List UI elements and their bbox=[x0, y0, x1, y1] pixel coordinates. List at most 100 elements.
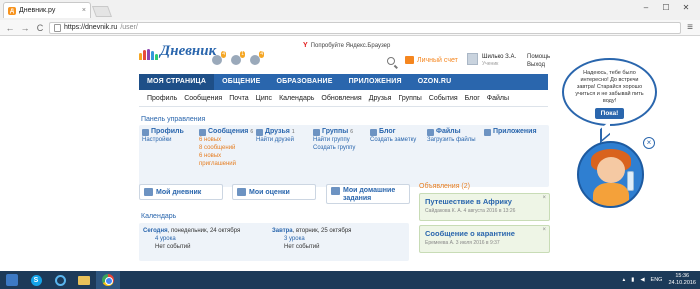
messages-icon[interactable]: 4 bbox=[250, 51, 264, 65]
control-panel-title: Панель управления bbox=[141, 116, 206, 123]
subnav-tsips[interactable]: Ципс bbox=[256, 95, 272, 102]
tab-title: Дневник.ру bbox=[19, 7, 56, 14]
subnav-updates[interactable]: Обновления bbox=[321, 95, 361, 102]
my-homework-button[interactable]: Мои домашние задания bbox=[326, 184, 410, 204]
nav-communication[interactable]: ОБЩЕНИЕ bbox=[214, 74, 268, 90]
cp-create-note-link[interactable]: Создать заметку bbox=[370, 136, 416, 144]
cp-messages-count[interactable]: 8 сообщений bbox=[199, 144, 253, 152]
tray-arrow-icon[interactable]: ▴ bbox=[623, 277, 626, 283]
reload-button[interactable]: C bbox=[34, 23, 46, 33]
bye-button[interactable]: Пока! bbox=[594, 108, 625, 119]
tomorrow-label[interactable]: Завтра bbox=[272, 228, 293, 234]
nav-ozon[interactable]: OZON.RU bbox=[410, 74, 460, 90]
announcement-title[interactable]: Сообщение о карантине bbox=[425, 229, 544, 238]
water-bottle-icon bbox=[627, 171, 634, 191]
subnav-groups[interactable]: Группы bbox=[398, 95, 421, 102]
cp-new-invites[interactable]: 6 новых bbox=[199, 152, 253, 160]
my-grades-button[interactable]: Мои оценки bbox=[232, 184, 316, 200]
cp-profile-heading[interactable]: Профиль bbox=[142, 128, 184, 136]
wallet-icon bbox=[405, 56, 414, 64]
subnav-friends[interactable]: Друзья bbox=[369, 95, 392, 102]
announcement-card[interactable]: × Сообщение о карантине Еремеева А. 3 ию… bbox=[419, 225, 550, 253]
announcement-close-icon[interactable]: × bbox=[542, 227, 546, 233]
skype-icon: S bbox=[30, 274, 42, 286]
cp-messages-heading[interactable]: Сообщения 6 bbox=[199, 128, 253, 136]
cp-blog-heading[interactable]: Блог bbox=[370, 128, 416, 136]
calendar-title: Календарь bbox=[141, 213, 177, 220]
subnav-mail[interactable]: Почта bbox=[229, 95, 248, 102]
calendar-tomorrow: Завтра, вторник, 25 октября 3 урока Нет … bbox=[272, 227, 351, 251]
search-icon[interactable] bbox=[387, 57, 395, 65]
close-window-button[interactable]: ✕ bbox=[676, 1, 696, 13]
announcements-title[interactable]: Объявления (2) bbox=[419, 183, 470, 190]
browser-tab[interactable]: д Дневник.ру × bbox=[3, 2, 91, 18]
cp-files-heading[interactable]: Файлы bbox=[427, 128, 476, 136]
my-diary-button[interactable]: Мой дневник bbox=[139, 184, 223, 200]
announcement-close-icon[interactable]: × bbox=[542, 195, 546, 201]
network-icon[interactable]: ▮ bbox=[631, 277, 634, 283]
new-tab-button[interactable] bbox=[91, 6, 113, 17]
help-link[interactable]: Помощь bbox=[527, 53, 550, 61]
logout-link[interactable]: Выход bbox=[527, 61, 550, 69]
cp-find-friends-link[interactable]: Найти друзей bbox=[256, 136, 295, 144]
subnav-calendar[interactable]: Календарь bbox=[279, 95, 314, 102]
forward-button[interactable]: → bbox=[19, 23, 31, 33]
cp-upload-files-link[interactable]: Загрузить файлы bbox=[427, 136, 476, 144]
today-lessons-link[interactable]: 4 урока bbox=[143, 235, 240, 243]
address-bar[interactable]: https://dnevnik.ru/user/ bbox=[49, 21, 681, 34]
cp-create-group-link[interactable]: Создать группу bbox=[313, 144, 355, 152]
cp-settings-link[interactable]: Настройки bbox=[142, 136, 184, 144]
taskbar-explorer[interactable] bbox=[72, 271, 96, 289]
friends-badge: 1 bbox=[240, 51, 245, 58]
yandex-browser-promo[interactable]: Y Попробуйте Яндекс.Браузер bbox=[303, 42, 390, 49]
user-menu[interactable]: Шилько З.А. Ученик bbox=[467, 53, 516, 67]
taskbar-ie[interactable] bbox=[48, 271, 72, 289]
announcement-meta: Еремеева А. 3 июля 2016 в 9:37 bbox=[425, 240, 500, 246]
cp-groups-heading[interactable]: Группы 6 bbox=[313, 128, 355, 136]
maximize-button[interactable]: ☐ bbox=[656, 1, 676, 13]
mascot-girl-image[interactable] bbox=[577, 141, 644, 208]
subnav-messages[interactable]: Сообщения bbox=[184, 95, 222, 102]
today-date: , понедельник, 24 октября bbox=[167, 228, 241, 234]
tomorrow-events: Нет событий bbox=[284, 244, 320, 250]
cp-find-group-link[interactable]: Найти группу bbox=[313, 136, 355, 144]
cp-friends-heading[interactable]: Друзья 1 bbox=[256, 128, 295, 136]
clock[interactable]: 15:36 24.10.2016 bbox=[668, 273, 696, 287]
nav-apps[interactable]: ПРИЛОЖЕНИЯ bbox=[341, 74, 410, 90]
volume-icon[interactable]: ◀ bbox=[640, 277, 644, 283]
language-indicator[interactable]: ENG bbox=[651, 277, 663, 283]
profile-icon bbox=[142, 128, 149, 136]
browser-menu-button[interactable]: ≡ bbox=[684, 22, 696, 33]
dnevnik-logo[interactable]: Дневник bbox=[139, 43, 216, 60]
nav-education[interactable]: ОБРАЗОВАНИЕ bbox=[269, 74, 341, 90]
cp-apps-heading[interactable]: Приложения bbox=[484, 128, 537, 136]
header-notifications: 4 1 4 bbox=[212, 51, 264, 65]
announcement-title[interactable]: Путешествие в Африку bbox=[425, 197, 544, 206]
subnav-events[interactable]: События bbox=[429, 95, 458, 102]
subnav-files[interactable]: Файлы bbox=[487, 95, 509, 102]
taskbar-chrome[interactable] bbox=[96, 271, 120, 289]
cp-new-messages[interactable]: 6 новых bbox=[199, 136, 253, 144]
clock-time: 15:36 bbox=[675, 273, 690, 279]
subnav-profile[interactable]: Профиль bbox=[147, 95, 177, 102]
personal-account-link[interactable]: Личный счет bbox=[405, 56, 458, 64]
back-button[interactable]: ← bbox=[4, 23, 16, 33]
notifications-icon[interactable]: 4 bbox=[212, 51, 226, 65]
wallet-label: Личный счет bbox=[417, 56, 458, 64]
tab-close-icon[interactable]: × bbox=[82, 7, 86, 14]
bubble-close-icon[interactable]: × bbox=[643, 137, 655, 149]
taskbar-skype[interactable]: S bbox=[24, 271, 48, 289]
announcement-card[interactable]: × Путешествие в Африку Сайдакова К. А. 4… bbox=[419, 193, 550, 221]
friends-requests-icon[interactable]: 1 bbox=[231, 51, 245, 65]
today-label[interactable]: Сегодня bbox=[143, 228, 168, 234]
files-icon bbox=[427, 128, 434, 136]
cp-friends: Друзья 1 Найти друзей bbox=[256, 128, 295, 144]
minimize-button[interactable]: – bbox=[636, 1, 656, 13]
start-button[interactable] bbox=[0, 271, 24, 289]
nav-my-page[interactable]: МОЯ СТРАНИЦА bbox=[139, 74, 215, 90]
subnav-blog[interactable]: Блог bbox=[465, 95, 480, 102]
announcement-meta: Сайдакова К. А. 4 августа 2016 в 13:26 bbox=[425, 208, 516, 214]
today-events: Нет событий bbox=[155, 244, 191, 250]
tomorrow-lessons-link[interactable]: 3 урока bbox=[272, 235, 351, 243]
cp-invites-label[interactable]: приглашений bbox=[199, 160, 253, 168]
